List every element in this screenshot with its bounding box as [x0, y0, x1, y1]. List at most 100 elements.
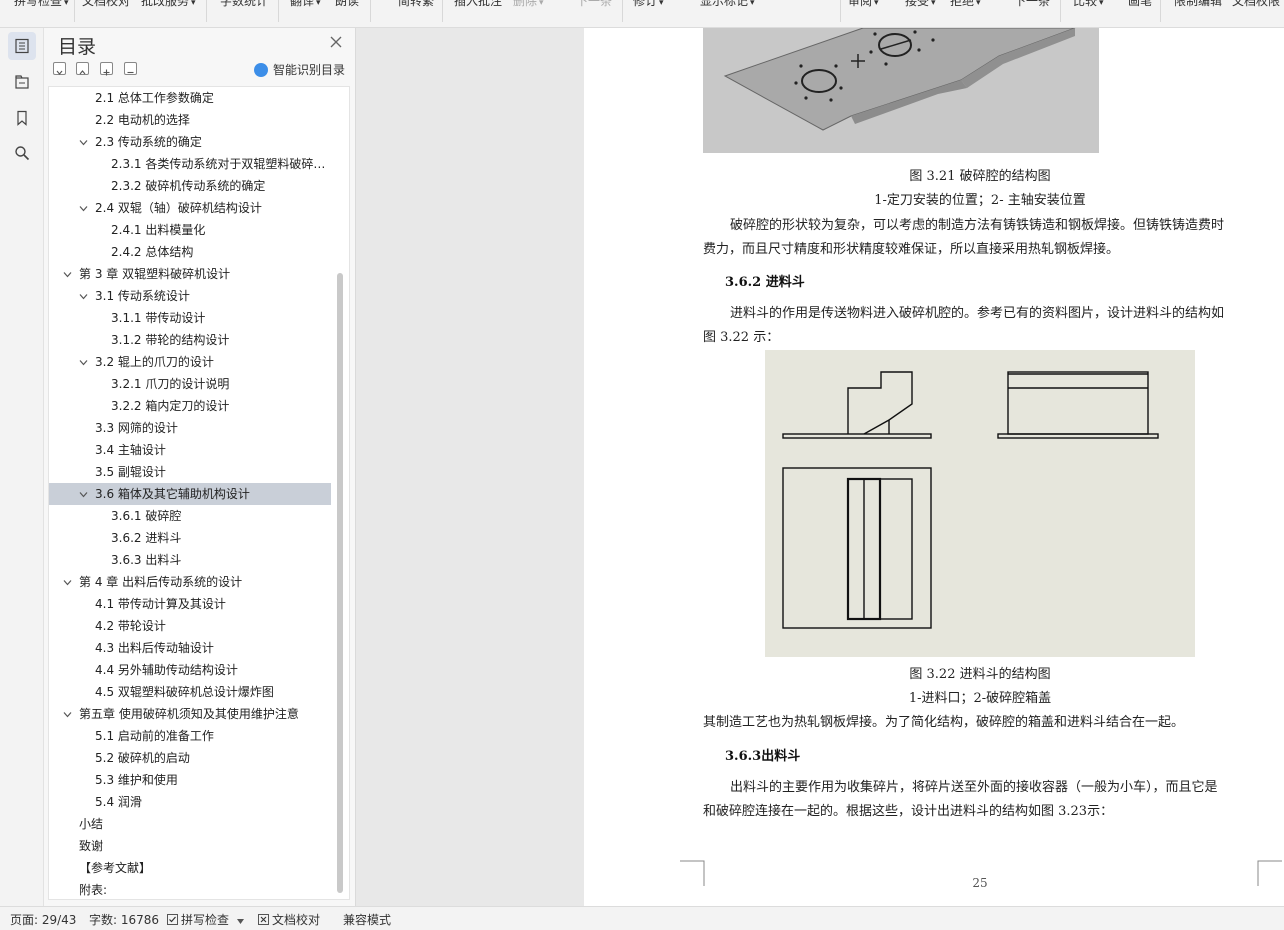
chevron-down-icon: ▾: [191, 0, 196, 8]
expand-up-icon[interactable]: [76, 62, 89, 75]
toc-item[interactable]: 3.2.1 爪刀的设计说明: [49, 373, 331, 395]
ribbon-item[interactable]: 修订 ▾: [633, 0, 664, 11]
toc-item[interactable]: 第 4 章 出料后传动系统的设计: [49, 571, 331, 593]
ribbon-item[interactable]: 文档校对: [82, 0, 130, 9]
workspace-gap: [356, 28, 584, 906]
toc-item[interactable]: 2.3.1 各类传动系统对于双辊塑料破碎机的适用性: [49, 153, 331, 175]
toc-item[interactable]: 3.6.1 破碎腔: [49, 505, 331, 527]
toc-item[interactable]: 3.6 箱体及其它辅助机构设计: [49, 483, 331, 505]
close-icon[interactable]: [328, 34, 344, 50]
paragraph-text: 进料斗的作用是传送物料进入破碎机腔的。参考已有的资料图片，设计进料斗的结构如: [730, 306, 1225, 321]
toc-item[interactable]: 3.4 主轴设计: [49, 439, 331, 461]
ribbon-item[interactable]: 拼写检查 ▾: [14, 0, 69, 11]
chevron-down-icon[interactable]: [79, 292, 88, 301]
bookmark-icon[interactable]: [8, 104, 36, 132]
toc-item[interactable]: 附表:: [49, 879, 331, 899]
toc-item[interactable]: 3.1.2 带轮的结构设计: [49, 329, 331, 351]
toc-item[interactable]: 2.3 传动系统的确定: [49, 131, 331, 153]
chevron-down-icon[interactable]: [79, 490, 88, 499]
ribbon-separator: [278, 0, 279, 22]
figure-caption: 图 3.22 进料斗的结构图: [909, 667, 1051, 682]
toc-item-label: 3.2 辊上的爪刀的设计: [95, 355, 214, 369]
ribbon-item[interactable]: 下一条: [576, 0, 612, 9]
chevron-down-icon[interactable]: [63, 578, 72, 587]
smart-toc-button[interactable]: 智能识别目录: [254, 61, 345, 78]
chevron-down-icon: ▾: [976, 0, 981, 8]
figure-3-22-feed-hopper: [765, 350, 1195, 657]
toc-scrollbar[interactable]: [337, 273, 343, 893]
toc-item[interactable]: 4.2 带轮设计: [49, 615, 331, 637]
toc-item[interactable]: 3.1 传动系统设计: [49, 285, 331, 307]
toc-item[interactable]: 4.4 另外辅助传动结构设计: [49, 659, 331, 681]
toc-item[interactable]: 5.3 维护和使用: [49, 769, 331, 791]
ribbon-item[interactable]: 审阅 ▾: [848, 0, 879, 11]
chevron-down-icon[interactable]: [79, 204, 88, 213]
toc-item[interactable]: 5.1 启动前的准备工作: [49, 725, 331, 747]
ribbon-item[interactable]: 接受 ▾: [905, 0, 936, 11]
ribbon-item[interactable]: 显示标记 ▾: [700, 0, 755, 11]
ribbon-item[interactable]: 下一条: [1014, 0, 1050, 9]
ribbon-item[interactable]: 删除 ▾: [513, 0, 544, 11]
toc-item[interactable]: 2.2 电动机的选择: [49, 109, 331, 131]
ribbon-item[interactable]: 拒绝 ▾: [950, 0, 981, 11]
toc-item[interactable]: 3.2.2 箱内定刀的设计: [49, 395, 331, 417]
toc-item[interactable]: 3.3 网筛的设计: [49, 417, 331, 439]
ribbon-item[interactable]: 简转繁: [398, 0, 434, 9]
ribbon-item-label: 修订: [633, 0, 658, 8]
toc-item-label: 3.4 主轴设计: [95, 443, 166, 457]
chevron-down-icon[interactable]: [79, 358, 88, 367]
ribbon-item-label: 插入批注: [454, 0, 503, 8]
document-page[interactable]: 图 3.21 破碎腔的结构图 1-定刀安装的位置；2- 主轴安装位置 破碎腔的形…: [584, 28, 1284, 906]
ribbon-item[interactable]: 翻译 ▾: [290, 0, 321, 11]
chevron-down-icon[interactable]: [63, 270, 72, 279]
toc-item[interactable]: 4.1 带传动计算及其设计: [49, 593, 331, 615]
toc-item[interactable]: 3.6.2 进料斗: [49, 527, 331, 549]
word-count[interactable]: 字数: 16786: [89, 913, 159, 927]
ribbon-item[interactable]: 限制编辑: [1174, 0, 1222, 9]
ribbon-item[interactable]: 比较 ▾: [1073, 0, 1104, 11]
toc-item[interactable]: 5.2 破碎机的启动: [49, 747, 331, 769]
remove-level-icon[interactable]: [124, 62, 137, 75]
ribbon-item[interactable]: 文档权限: [1232, 0, 1280, 9]
toc-item[interactable]: 2.1 总体工作参数确定: [49, 87, 331, 109]
toc-item[interactable]: 4.5 双辊塑料破碎机总设计爆炸图: [49, 681, 331, 703]
ribbon-item-label: 拒绝: [950, 0, 975, 8]
toc-item[interactable]: 4.3 出料后传动轴设计: [49, 637, 331, 659]
ribbon-item[interactable]: 字数统计: [220, 0, 268, 9]
proofread-toggle[interactable]: 文档校对: [258, 913, 320, 927]
chevron-down-icon[interactable]: [63, 710, 72, 719]
toc-item[interactable]: 2.3.2 破碎机传动系统的确定: [49, 175, 331, 197]
ribbon-item[interactable]: 插入批注: [454, 0, 502, 9]
toc-item[interactable]: 【参考文献】: [49, 857, 331, 879]
toc-item[interactable]: 5.4 润滑: [49, 791, 331, 813]
search-icon[interactable]: [8, 139, 36, 167]
page-indicator[interactable]: 页面: 29/43: [10, 913, 76, 927]
collapse-all-icon[interactable]: [53, 62, 66, 75]
spell-check-toggle[interactable]: 拼写检查: [167, 913, 244, 927]
toc-panel-icon[interactable]: [8, 32, 36, 60]
ribbon-toolbar: 拼写检查 ▾ 文档校对 批改服务 ▾ 字数统计 翻译 ▾ 朗读 简转繁 插入批注 删除 ▾ 下一条 修订 ▾ 显…: [0, 0, 1284, 28]
paragraph-text: 出料斗的主要作用为收集碎片，将碎片送至外面的接收容器（一般为小车），而且它是: [730, 780, 1218, 795]
toc-item[interactable]: 3.6.3 出料斗: [49, 549, 331, 571]
toc-item[interactable]: 2.4 双辊（轴）破碎机结构设计: [49, 197, 331, 219]
toc-item[interactable]: 第五章 使用破碎机须知及其使用维护注意: [49, 703, 331, 725]
toc-item[interactable]: 2.4.1 出料模量化: [49, 219, 331, 241]
figure-caption: 图 3.21 破碎腔的结构图: [909, 169, 1051, 184]
toc-item[interactable]: 致谢: [49, 835, 331, 857]
toc-item-label: 【参考文献】: [79, 861, 152, 875]
ribbon-item[interactable]: 批改服务 ▾: [141, 0, 196, 11]
toc-item[interactable]: 3.1.1 带传动设计: [49, 307, 331, 329]
ribbon-item-label: 文档校对: [82, 0, 131, 8]
ribbon-item[interactable]: 画笔: [1128, 0, 1152, 9]
toc-item[interactable]: 3.5 副辊设计: [49, 461, 331, 483]
chapter-nav-icon[interactable]: [8, 68, 36, 96]
toc-item[interactable]: 第 3 章 双辊塑料破碎机设计: [49, 263, 331, 285]
chevron-down-icon[interactable]: [79, 138, 88, 147]
toc-item[interactable]: 小结: [49, 813, 331, 835]
toc-item[interactable]: 3.2 辊上的爪刀的设计: [49, 351, 331, 373]
toc-item[interactable]: 2.4.2 总体结构: [49, 241, 331, 263]
chevron-down-icon: ▾: [316, 0, 321, 8]
chevron-down-icon: [236, 919, 244, 924]
ribbon-item[interactable]: 朗读: [335, 0, 359, 9]
add-level-icon[interactable]: [100, 62, 113, 76]
